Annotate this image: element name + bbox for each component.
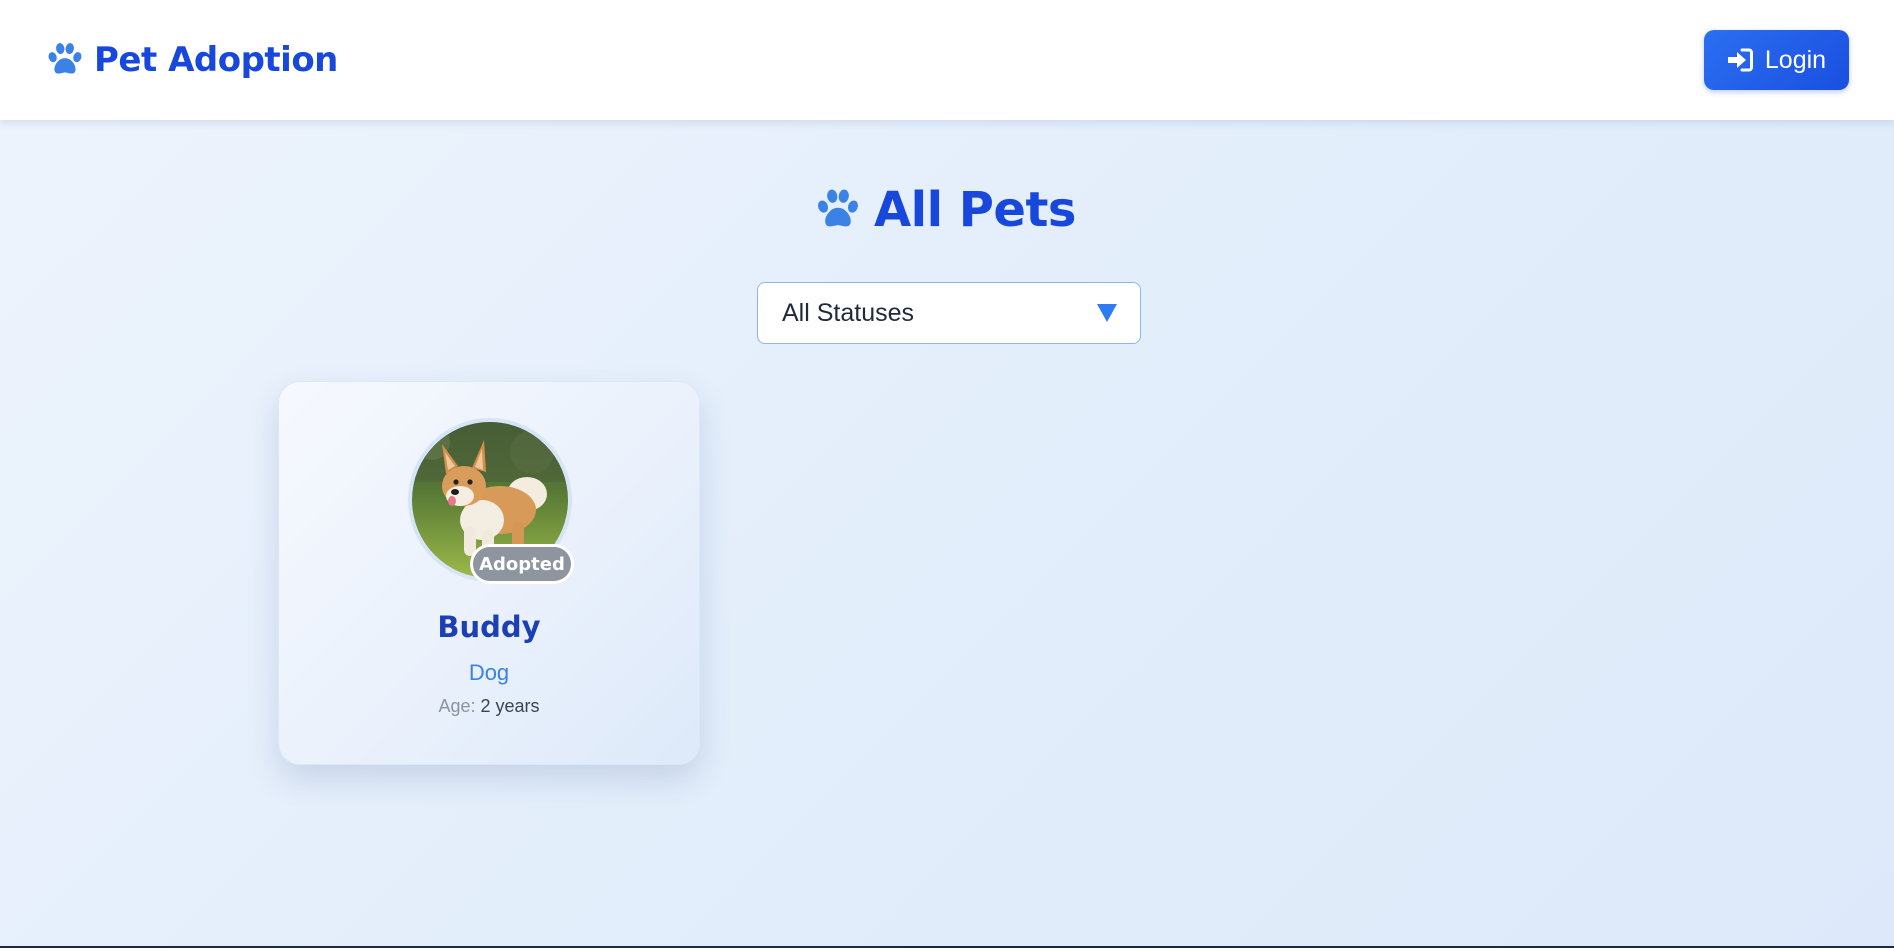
paw-icon	[48, 43, 82, 74]
status-filter-value: All Statuses	[782, 298, 915, 327]
status-badge: Adopted	[470, 544, 574, 584]
login-label: Login	[1764, 45, 1827, 74]
status-filter-select[interactable]: All Statuses	[757, 282, 1141, 344]
pet-age-value: 2 years	[480, 696, 540, 716]
login-button[interactable]: Login	[1704, 30, 1849, 90]
page-title: All Pets	[873, 182, 1077, 238]
pet-species: Dog	[468, 660, 510, 685]
paw-icon	[818, 189, 858, 227]
sign-in-icon	[1727, 48, 1753, 72]
brand-name: Pet Adoption	[94, 40, 338, 80]
brand[interactable]: Pet Adoption	[46, 32, 338, 88]
pet-name: Buddy	[437, 610, 541, 644]
caret-down-icon	[1097, 304, 1117, 322]
pet-card[interactable]: Adopted Buddy Dog Age: 2 years	[278, 381, 700, 765]
page-heading: All Pets	[0, 170, 1892, 250]
pet-age: Age: 2 years	[279, 696, 699, 717]
top-navbar: Pet Adoption Login	[0, 0, 1894, 120]
pet-age-label: Age:	[438, 696, 476, 716]
